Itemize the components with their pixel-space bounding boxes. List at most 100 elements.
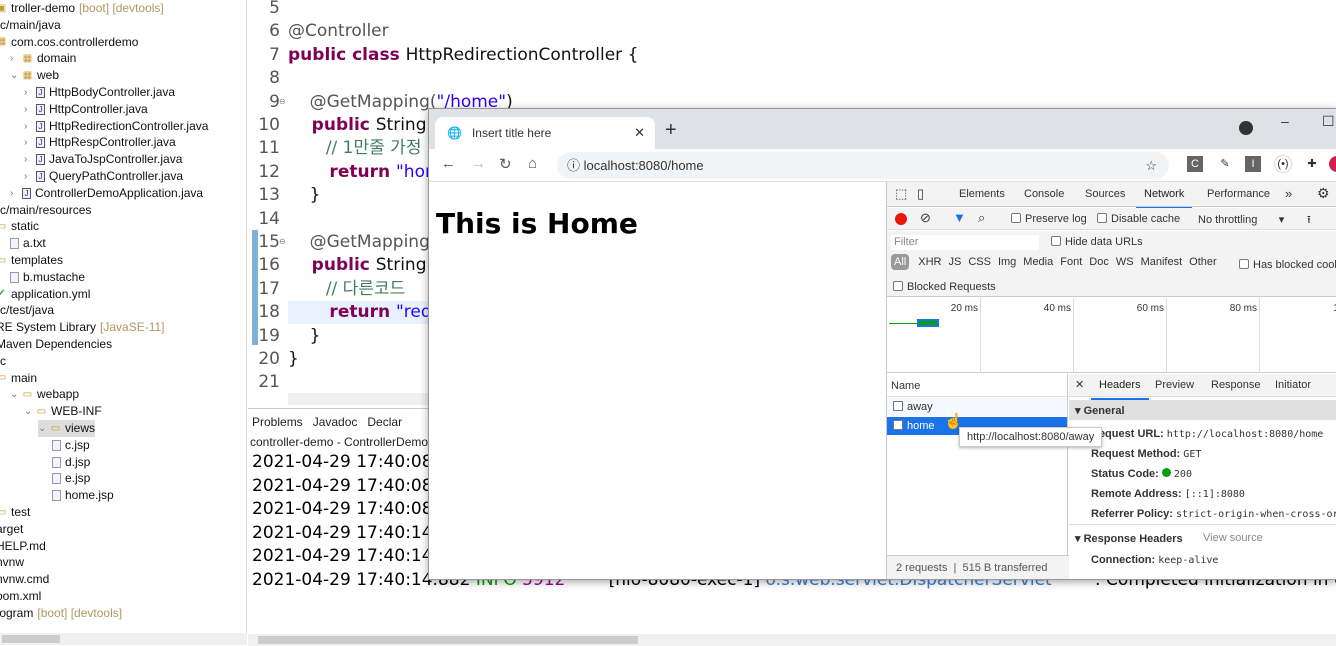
close-tab-icon[interactable]: ✕ (634, 125, 645, 141)
code-line[interactable]: public String h (288, 114, 443, 137)
tree-item[interactable]: ▣ troller-demo[boot] [devtools] (0, 0, 164, 17)
devtools-tab-network[interactable]: Network (1135, 188, 1193, 209)
tree-item[interactable]: HELP.md (0, 538, 46, 555)
tree-item[interactable]: b.mustache (10, 269, 85, 286)
code-line[interactable]: @Controller (288, 20, 389, 43)
import-har-icon[interactable]: ⭱ (1307, 211, 1311, 230)
name-column-header[interactable]: Name (891, 380, 920, 392)
chevron-icon[interactable]: ⌄ (38, 420, 46, 437)
tree-item[interactable]: ⌄ ▭ webapp (10, 386, 79, 403)
type-filter-css[interactable]: CSS (968, 256, 991, 268)
chevron-icon[interactable]: › (24, 101, 32, 118)
tree-item[interactable]: › J HttpRespController.java (24, 134, 176, 151)
settings-gear-icon[interactable]: ⚙ (1317, 185, 1330, 202)
devtools-tab-performance[interactable]: Performance (1207, 188, 1270, 200)
chevron-icon[interactable]: ⌄ (24, 403, 32, 420)
chevron-icon[interactable]: ⌄ (10, 67, 18, 84)
throttling-select[interactable]: No throttling ▾ (1198, 213, 1284, 226)
close-details-icon[interactable]: ✕ (1075, 378, 1084, 391)
tree-item[interactable]: home.jsp (52, 487, 114, 504)
type-filter-js[interactable]: JS (948, 256, 961, 268)
inspect-icon[interactable]: ⬚ (895, 186, 907, 202)
devtools-tab-sources[interactable]: Sources (1085, 188, 1125, 200)
forward-icon[interactable]: → (471, 155, 486, 172)
type-filter-font[interactable]: Font (1060, 256, 1082, 268)
tree-item[interactable]: oom.xml (0, 588, 41, 605)
device-toggle-icon[interactable]: ▯ (917, 186, 924, 202)
type-filter-other[interactable]: Other (1189, 256, 1217, 268)
panel-tab-javadoc[interactable]: Javadoc (313, 415, 358, 429)
type-filter-media[interactable]: Media (1023, 256, 1053, 268)
detail-tab-initiator[interactable]: Initiator (1275, 379, 1311, 391)
tree-item[interactable]: › ▦ domain (10, 50, 76, 67)
view-source-link[interactable]: View source (1203, 532, 1263, 544)
explorer-hscroll[interactable] (0, 633, 247, 645)
panel-tab-problems[interactable]: Problems (252, 415, 303, 429)
extension-i-icon[interactable]: I (1245, 156, 1261, 172)
response-headers-header[interactable]: ▾ Response Headers (1075, 532, 1183, 545)
home-icon[interactable]: ⌂ (528, 155, 537, 172)
new-tab-button[interactable]: + (665, 119, 677, 142)
code-line[interactable]: // 다른코드 (288, 278, 405, 301)
maximize-button[interactable]: ☐ (1322, 113, 1335, 130)
type-filter-doc[interactable]: Doc (1089, 256, 1109, 268)
code-line[interactable]: public class HttpRedirectionController { (288, 44, 638, 67)
blocked-requests-checkbox[interactable]: Blocked Requests (893, 281, 996, 293)
type-filter-all[interactable]: All (891, 254, 910, 270)
browser-tab[interactable]: 🌐 Insert title here ✕ (435, 117, 655, 149)
tree-item[interactable]: nvnw.cmd (0, 571, 49, 588)
avatar[interactable] (1329, 156, 1336, 172)
panel-tab-declar[interactable]: Declar (367, 415, 402, 429)
fold-icon[interactable]: ⊖ (279, 237, 286, 246)
tree-item[interactable]: ⌄ ▭ views (38, 420, 96, 437)
tree-item[interactable]: › J HttpController.java (24, 101, 148, 118)
back-icon[interactable]: ← (441, 155, 456, 172)
tree-item[interactable]: togram[boot] [devtools] (0, 605, 122, 622)
preserve-log-checkbox[interactable]: Preserve log (1011, 213, 1087, 225)
code-line[interactable]: public String a (288, 254, 443, 277)
type-filter-ws[interactable]: WS (1116, 256, 1134, 268)
chevron-icon[interactable]: ⌄ (10, 386, 18, 403)
tree-item[interactable]: ▭ templates (0, 252, 63, 269)
profile-dropdown-icon[interactable] (1239, 121, 1253, 135)
tree-item[interactable]: › J HttpBodyController.java (24, 84, 175, 101)
tree-item[interactable]: rc/main/java (0, 17, 61, 34)
tree-item[interactable]: ▭ main (0, 370, 37, 387)
disable-cache-checkbox[interactable]: Disable cache (1097, 213, 1180, 225)
eyedropper-icon[interactable]: ✎ (1217, 156, 1233, 172)
code-line[interactable]: } (288, 325, 321, 348)
detail-tab-preview[interactable]: Preview (1155, 379, 1194, 391)
filter-input[interactable]: Filter (891, 235, 1039, 250)
puzzle-icon[interactable]: ✚ (1304, 156, 1320, 172)
tree-item[interactable]: ⌄ ▦ web (10, 67, 59, 84)
chevron-icon[interactable]: › (24, 168, 32, 185)
tree-item[interactable]: › J JavaToJspController.java (24, 151, 182, 168)
tree-item[interactable]: nvnw (0, 554, 24, 571)
extension-c-icon[interactable]: C (1187, 156, 1203, 172)
detail-tab-headers[interactable]: Headers (1091, 379, 1149, 400)
network-overview[interactable]: 20 ms 40 ms 60 ms 80 ms 100 (887, 298, 1336, 373)
tree-item[interactable]: d.jsp (52, 454, 90, 471)
fold-icon[interactable]: ⊖ (279, 97, 286, 106)
tree-item[interactable]: › J ControllerDemoApplication.java (10, 185, 203, 202)
has-blocked-cookies-checkbox[interactable]: Has blocked cookies (1239, 259, 1336, 271)
tree-item[interactable]: rc (0, 353, 6, 370)
more-tabs-icon[interactable]: » (1285, 186, 1292, 201)
hide-data-urls-checkbox[interactable]: Hide data URLs (1051, 236, 1143, 248)
tree-item[interactable]: RE System Library [JavaSE-11] (0, 319, 165, 336)
tree-item[interactable]: Maven Dependencies (0, 336, 112, 353)
filter-icon[interactable]: ▼ (953, 210, 966, 225)
tree-item[interactable]: rc/test/java (0, 302, 54, 319)
chevron-icon[interactable]: › (24, 151, 32, 168)
chevron-icon[interactable]: › (10, 50, 18, 67)
tree-item[interactable]: rc/main/resources (0, 202, 91, 219)
chevron-icon[interactable]: › (10, 185, 18, 202)
code-line[interactable]: @GetMapping( (288, 231, 437, 254)
reload-icon[interactable]: ↻ (499, 155, 512, 173)
devtools-tab-console[interactable]: Console (1024, 188, 1064, 200)
general-section-header[interactable]: ▾ General (1069, 400, 1336, 420)
search-icon[interactable]: ⌕ (978, 210, 985, 226)
console-hscroll[interactable] (248, 634, 1336, 646)
bookmark-star-icon[interactable]: ☆ (1145, 152, 1157, 179)
tree-item[interactable]: ▦ com.cos.controllerdemo (0, 34, 138, 51)
